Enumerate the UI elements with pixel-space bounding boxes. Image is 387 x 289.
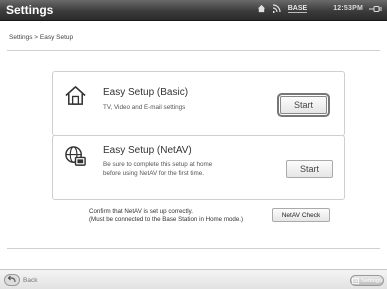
home-mode-icon: [257, 4, 265, 13]
easy-setup-netav-card: Easy Setup (NetAV) Be sure to complete t…: [52, 135, 345, 200]
wireless-icon: [272, 4, 281, 13]
netav-confirm-text: Confirm that NetAV is set up correctly. …: [89, 208, 244, 223]
title-bar: Settings BASE 12:53PM: [0, 0, 387, 21]
divider-bottom: [7, 248, 380, 249]
settings-label: Settings: [361, 277, 382, 284]
base-station-indicator: BASE: [287, 4, 308, 13]
easy-setup-basic-start-button[interactable]: Start: [280, 96, 327, 114]
clock: 12:53PM: [333, 5, 363, 12]
easy-setup-basic-card: Easy Setup (Basic) TV, Video and E-mail …: [52, 71, 345, 136]
window-title: Settings: [6, 3, 54, 17]
breadcrumb: Settings > Easy Setup: [9, 34, 74, 41]
divider-top: [7, 50, 380, 51]
back-arrow-icon: [4, 274, 20, 286]
easy-setup-netav-title: Easy Setup (NetAV): [103, 145, 192, 156]
settings-icon: [352, 277, 359, 284]
status-area: BASE 12:53PM: [257, 4, 383, 13]
settings-button[interactable]: Settings: [350, 275, 384, 286]
power-plug-icon: [369, 5, 382, 12]
bottom-bar: Back Settings: [0, 269, 387, 289]
netav-check-button[interactable]: NetAV Check: [272, 208, 330, 222]
easy-setup-basic-title: Easy Setup (Basic): [103, 87, 189, 98]
back-button[interactable]: Back: [4, 274, 37, 286]
easy-setup-netav-start-button[interactable]: Start: [286, 160, 333, 178]
easy-setup-netav-description: Be sure to complete this setup at home b…: [103, 161, 213, 177]
globe-screen-icon: [65, 146, 86, 166]
home-icon: [65, 86, 86, 105]
easy-setup-basic-description: TV, Video and E-mail settings: [103, 104, 186, 111]
back-label: Back: [23, 276, 38, 284]
